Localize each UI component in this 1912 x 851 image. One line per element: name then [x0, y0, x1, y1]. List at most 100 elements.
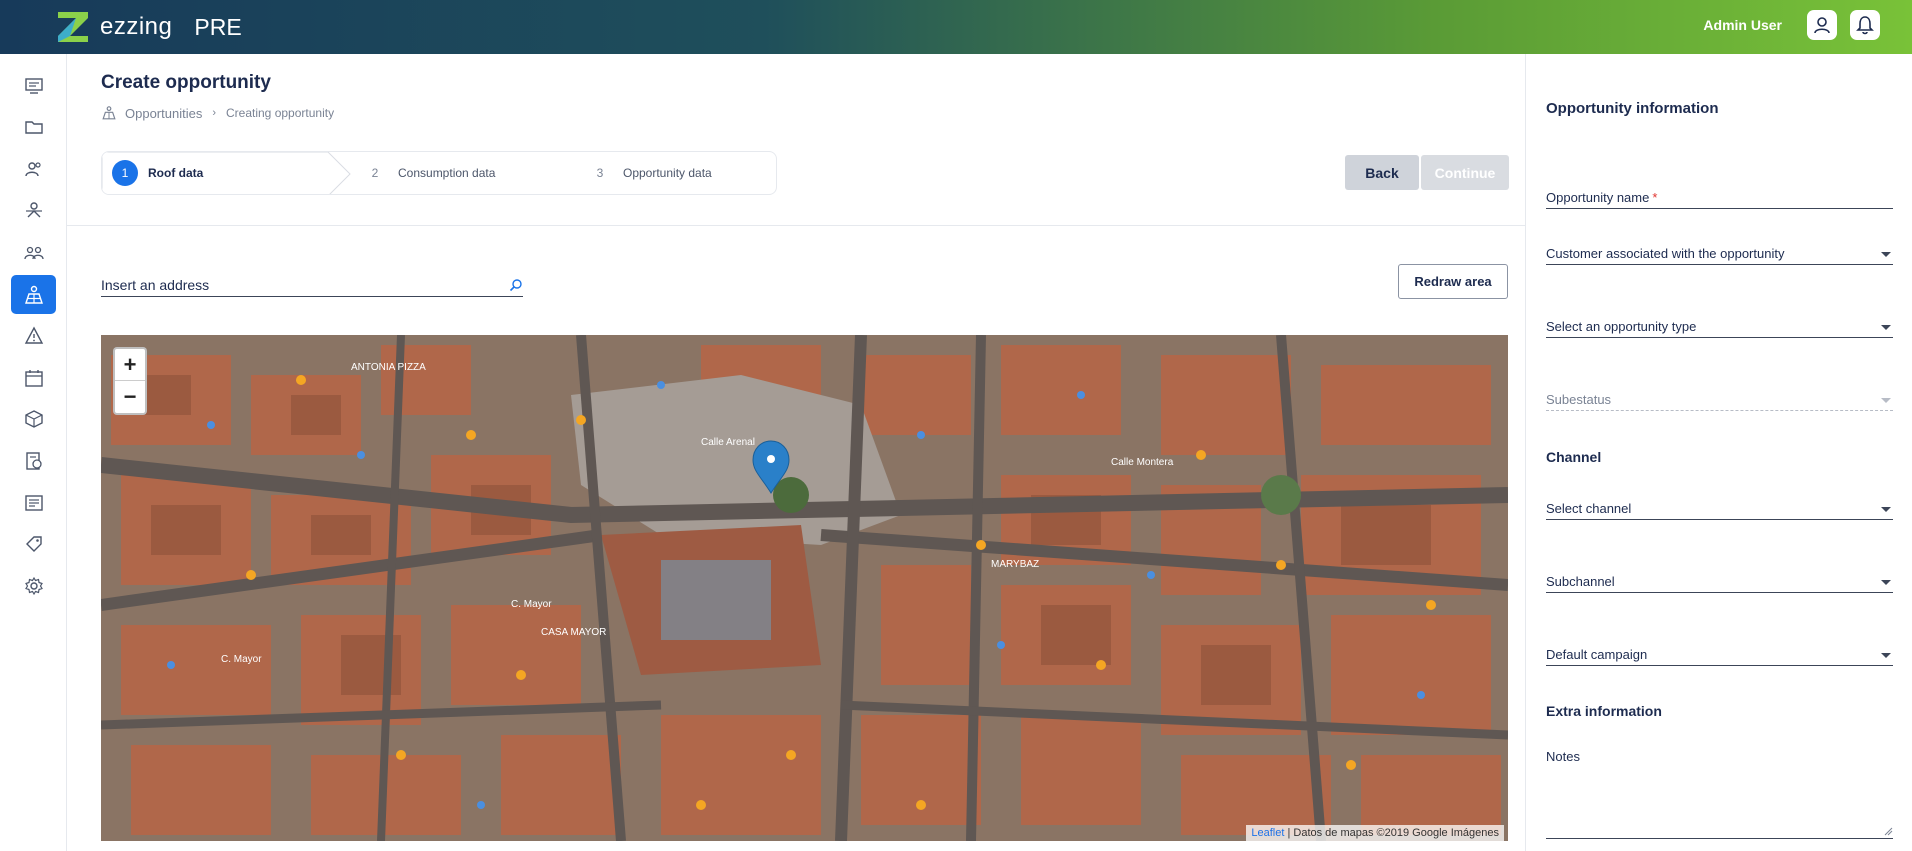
- step-number: 3: [596, 166, 604, 180]
- sidebar-item-calendar[interactable]: [11, 358, 56, 397]
- address-search-input[interactable]: Insert an address: [101, 273, 523, 297]
- step-number: 2: [371, 166, 379, 180]
- notifications-button[interactable]: [1850, 10, 1880, 40]
- field-label: Customer associated with the opportunity: [1546, 246, 1785, 261]
- step-label: Opportunity data: [623, 166, 712, 180]
- map-label-arenal: Calle Arenal: [701, 437, 755, 448]
- continue-button[interactable]: Continue: [1421, 155, 1509, 190]
- extra-info-section-title: Extra information: [1546, 703, 1662, 719]
- subchannel-select[interactable]: Subchannel: [1546, 569, 1893, 593]
- main-content: Create opportunity Opportunities › Creat…: [67, 54, 1525, 851]
- field-label: Subchannel: [1546, 574, 1615, 589]
- bell-icon: [1856, 16, 1874, 35]
- users-icon: [24, 161, 41, 176]
- sidebar-item-financing[interactable]: [11, 441, 56, 480]
- settings-icon: [24, 576, 43, 595]
- notes-textarea[interactable]: Notes: [1546, 749, 1893, 839]
- step-opportunity-data[interactable]: 3 Opportunity data: [587, 152, 712, 194]
- sidebar-item-tags[interactable]: [11, 524, 56, 563]
- field-label: Subestatus: [1546, 392, 1612, 407]
- sidebar-item-team[interactable]: [11, 190, 56, 229]
- chevron-down-icon: [1881, 252, 1891, 257]
- map-label-montera: Calle Montera: [1111, 457, 1174, 468]
- sidebar-item-products[interactable]: [11, 399, 56, 438]
- sidebar-item-customers[interactable]: [11, 149, 56, 188]
- channel-section-title: Channel: [1546, 449, 1602, 465]
- customer-select[interactable]: Customer associated with the opportunity: [1546, 241, 1893, 265]
- chevron-down-icon: [1881, 398, 1891, 403]
- resize-handle-icon[interactable]: [1883, 826, 1893, 836]
- sidebar-item-documents[interactable]: [11, 483, 56, 522]
- map-label-casa-mayor: CASA MAYOR: [541, 627, 606, 638]
- ezzing-logo-icon: [58, 12, 88, 42]
- divider: [67, 225, 1525, 226]
- sidebar: [0, 54, 67, 851]
- brand-name: ezzing: [100, 13, 173, 40]
- top-bar: ezzing PRE Admin User: [0, 0, 1912, 54]
- map-satellite-imagery: C. Mayor C. Mayor ANTONIA PIZZA MARYBAZ …: [101, 335, 1508, 841]
- field-label: Select an opportunity type: [1546, 319, 1697, 334]
- zoom-in-button[interactable]: +: [115, 349, 145, 381]
- step-consumption-data[interactable]: 2 Consumption data: [362, 152, 496, 194]
- map-label-antonia-pizza: ANTONIA PIZZA: [351, 362, 426, 373]
- sidebar-item-alerts[interactable]: [11, 316, 56, 355]
- map-label-calle-mayor-2: C. Mayor: [221, 654, 262, 665]
- channel-select[interactable]: Select channel: [1546, 496, 1893, 520]
- step-roof-data[interactable]: 1 Roof data: [112, 152, 203, 194]
- group-icon: [23, 246, 44, 259]
- sidebar-item-settings[interactable]: [11, 566, 56, 605]
- folder-icon: [24, 120, 43, 134]
- step-label: Consumption data: [398, 166, 496, 180]
- chevron-down-icon: [1881, 507, 1891, 512]
- breadcrumb: Opportunities › Creating opportunity: [101, 105, 334, 121]
- solar-panel-icon: [102, 106, 116, 120]
- search-icon[interactable]: [509, 278, 523, 292]
- opportunity-type-select[interactable]: Select an opportunity type: [1546, 314, 1893, 338]
- map-zoom-control: + −: [113, 347, 147, 415]
- required-mark: *: [1652, 190, 1658, 205]
- notes-label: Notes: [1546, 749, 1580, 764]
- tag-icon: [25, 535, 42, 552]
- breadcrumb-current: Creating opportunity: [226, 106, 335, 120]
- environment-label: PRE: [194, 13, 242, 40]
- campaign-select[interactable]: Default campaign: [1546, 642, 1893, 666]
- user-name[interactable]: Admin User: [1703, 17, 1782, 33]
- back-button[interactable]: Back: [1345, 155, 1419, 190]
- warning-icon: [24, 326, 43, 344]
- dashboard-icon: [24, 77, 43, 94]
- zoom-out-button[interactable]: −: [115, 381, 145, 413]
- sidebar-item-groups[interactable]: [11, 232, 56, 271]
- sidebar-item-projects[interactable]: [11, 107, 56, 146]
- chevron-down-icon: [1881, 580, 1891, 585]
- address-placeholder: Insert an address: [101, 276, 210, 293]
- substatus-select[interactable]: Subestatus: [1546, 387, 1893, 411]
- breadcrumb-parent[interactable]: Opportunities: [125, 106, 202, 121]
- panel-title: Opportunity information: [1546, 100, 1719, 117]
- map-attribution: Leaflet | Datos de mapas ©2019 Google Im…: [1246, 825, 1504, 841]
- step-number: 1: [112, 160, 138, 186]
- chevron-right-icon: ›: [212, 107, 216, 119]
- satellite-map[interactable]: C. Mayor C. Mayor ANTONIA PIZZA MARYBAZ …: [101, 335, 1508, 841]
- map-label-calle-mayor: C. Mayor: [511, 599, 552, 610]
- opportunity-name-field[interactable]: Opportunity name *: [1546, 185, 1893, 209]
- field-label: Default campaign: [1546, 647, 1648, 662]
- attribution-text: | Datos de mapas ©2019 Google Imágenes: [1284, 827, 1499, 839]
- document-icon: [24, 494, 43, 511]
- opportunity-info-panel: Opportunity information Opportunity name…: [1525, 54, 1912, 851]
- sidebar-item-dashboard[interactable]: [11, 66, 56, 105]
- chevron-down-icon: [1881, 325, 1891, 330]
- solar-panel-icon: [24, 285, 43, 304]
- field-label: Select channel: [1546, 501, 1632, 516]
- leaflet-link[interactable]: Leaflet: [1251, 827, 1284, 839]
- chevron-down-icon: [1881, 653, 1891, 658]
- stepper: 1 Roof data 2 Consumption data 3 Opportu…: [101, 151, 777, 195]
- user-icon: [1814, 17, 1830, 34]
- logo[interactable]: ezzing PRE: [56, 10, 242, 44]
- calendar-icon: [24, 369, 43, 387]
- step-label: Roof data: [148, 166, 204, 180]
- user-profile-button[interactable]: [1807, 10, 1837, 40]
- money-icon: [25, 451, 42, 470]
- redraw-area-button[interactable]: Redraw area: [1398, 264, 1508, 299]
- sidebar-item-opportunities[interactable]: [11, 275, 56, 314]
- map-label-marybaz: MARYBAZ: [991, 559, 1039, 570]
